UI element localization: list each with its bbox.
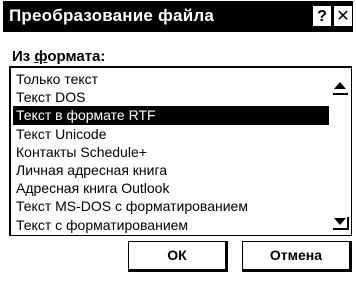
list-item[interactable]: Текст DOS	[13, 88, 329, 106]
arrow-down-icon	[333, 217, 349, 230]
close-button[interactable]: ✕	[334, 6, 352, 26]
list-item[interactable]: Адресная книга Outlook	[13, 179, 329, 197]
scroll-up-button[interactable]	[330, 78, 350, 98]
list-item-selected[interactable]: Текст в формате RTF	[13, 106, 329, 125]
title-bar: Преобразование файла ? ✕	[3, 1, 353, 32]
list-item[interactable]: Контакты Schedule+	[13, 143, 329, 161]
format-list: Только текст Текст DOS Текст в формате R…	[13, 70, 329, 234]
from-format-label: Из формата:	[12, 48, 105, 65]
format-listbox[interactable]: Только текст Текст DOS Текст в формате R…	[9, 66, 352, 236]
from-format-label-prefix: Из	[12, 48, 35, 65]
window-title: Преобразование файла	[9, 6, 215, 25]
cancel-button[interactable]: Отмена	[242, 241, 352, 272]
list-item[interactable]: Только текст	[13, 70, 329, 88]
list-item[interactable]: Личная адресная книга	[13, 161, 329, 179]
list-item[interactable]: Текст Unicode	[13, 125, 329, 143]
from-format-label-accelerator: ф	[34, 48, 48, 65]
help-button[interactable]: ?	[313, 6, 331, 26]
arrow-up-icon	[333, 82, 348, 95]
scroll-down-button[interactable]	[330, 213, 350, 233]
ok-button[interactable]: ОК	[128, 241, 228, 272]
from-format-label-rest: ормата:	[47, 48, 106, 65]
list-item[interactable]: Текст MS-DOS с форматированием	[13, 197, 329, 215]
list-scrollbar[interactable]	[330, 70, 350, 234]
list-item[interactable]: Текст с форматированием	[13, 216, 329, 234]
